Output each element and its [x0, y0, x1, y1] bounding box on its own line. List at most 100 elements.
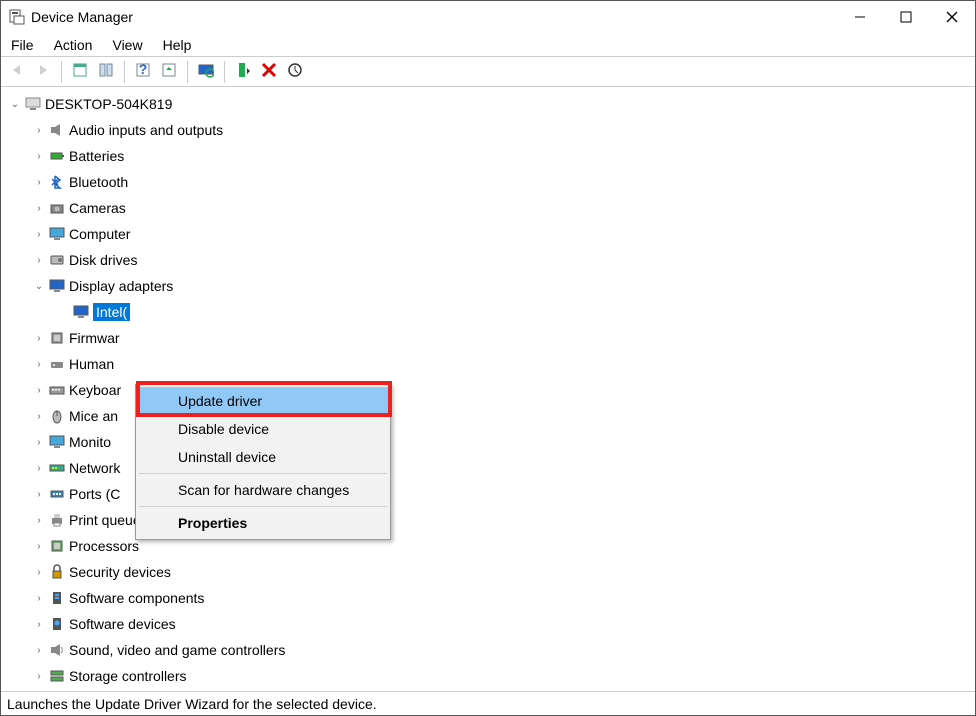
help-button[interactable]: ?	[131, 60, 155, 84]
context-menu: Update driver Disable device Uninstall d…	[135, 384, 391, 540]
toolbar-button[interactable]	[94, 60, 118, 84]
expand-icon[interactable]: ⌄	[31, 281, 47, 292]
show-hidden-button[interactable]	[68, 60, 92, 84]
menu-view[interactable]: View	[112, 37, 142, 53]
menu-file[interactable]: File	[11, 37, 34, 53]
ctx-uninstall-device[interactable]: Uninstall device	[138, 443, 388, 471]
device-tree[interactable]: ⌄ DESKTOP-504K819 › Audio inputs and outp…	[1, 87, 975, 689]
expand-icon[interactable]: ›	[31, 489, 47, 500]
menubar: File Action View Help	[1, 33, 975, 57]
separator	[124, 61, 125, 83]
close-button[interactable]	[929, 1, 975, 33]
ctx-properties[interactable]: Properties	[138, 509, 388, 537]
tree-item-label: Computer	[69, 226, 130, 242]
expand-icon[interactable]: ›	[31, 203, 47, 214]
tree-item[interactable]: › Audio inputs and outputs	[7, 117, 975, 143]
tree-item[interactable]: ›Sound, video and game controllers	[7, 637, 975, 663]
back-button[interactable]	[5, 60, 29, 84]
help-icon: ?	[135, 62, 151, 81]
expand-icon[interactable]: ›	[31, 671, 47, 682]
expand-icon[interactable]: ›	[31, 177, 47, 188]
tree-child-label: Intel(	[93, 303, 130, 321]
expand-icon[interactable]: ›	[31, 151, 47, 162]
tree-item[interactable]: › Computer	[7, 221, 975, 247]
tree-item-label: Keyboar	[69, 382, 121, 398]
expand-icon[interactable]: ›	[31, 515, 47, 526]
port-icon	[49, 486, 65, 502]
menu-action[interactable]: Action	[54, 37, 93, 53]
tree-item[interactable]: › Firmwar	[7, 325, 975, 351]
expand-icon[interactable]: ›	[31, 463, 47, 474]
storage-icon	[49, 668, 65, 684]
tree-child[interactable]: Intel(	[7, 299, 975, 325]
expand-icon[interactable]: ›	[31, 619, 47, 630]
maximize-button[interactable]	[883, 1, 929, 33]
expand-icon[interactable]: ›	[31, 255, 47, 266]
expand-icon[interactable]: ›	[31, 359, 47, 370]
monitor-refresh-icon	[198, 62, 214, 81]
expand-icon[interactable]: ›	[31, 645, 47, 656]
tree-item[interactable]: ›Software devices	[7, 611, 975, 637]
update-driver-button[interactable]	[194, 60, 218, 84]
toolbar: ?	[1, 57, 975, 87]
network-icon	[49, 460, 65, 476]
tree-item-label: Mice an	[69, 408, 118, 424]
computer-icon	[25, 96, 41, 112]
computer-icon	[49, 226, 65, 242]
separator	[224, 61, 225, 83]
chip-icon	[49, 330, 65, 346]
separator	[139, 506, 387, 507]
expand-icon[interactable]: ›	[31, 125, 47, 136]
expand-icon[interactable]: ›	[31, 411, 47, 422]
expand-icon[interactable]: ›	[31, 333, 47, 344]
statusbar: Launches the Update Driver Wizard for th…	[1, 691, 975, 715]
mouse-icon	[49, 408, 65, 424]
ctx-update-driver[interactable]: Update driver	[138, 387, 388, 415]
scan-button[interactable]	[283, 60, 307, 84]
tree-item-label: Storage controllers	[69, 668, 187, 684]
expand-icon[interactable]: ›	[31, 593, 47, 604]
tree-item[interactable]: ›Security devices	[7, 559, 975, 585]
tree-item[interactable]: ›Cameras	[7, 195, 975, 221]
tree-item[interactable]: › Batteries	[7, 143, 975, 169]
ctx-disable-device[interactable]: Disable device	[138, 415, 388, 443]
separator	[139, 473, 387, 474]
status-text: Launches the Update Driver Wizard for th…	[7, 696, 377, 712]
monitor-icon	[49, 434, 65, 450]
tree-root[interactable]: ⌄ DESKTOP-504K819	[7, 91, 975, 117]
tree-item[interactable]: ›Human	[7, 351, 975, 377]
tree-item-label: Audio inputs and outputs	[69, 122, 223, 138]
menu-help[interactable]: Help	[163, 37, 192, 53]
display-icon	[49, 278, 65, 294]
swcomp-icon	[49, 590, 65, 606]
collapse-icon[interactable]: ⌄	[7, 99, 23, 110]
minimize-button[interactable]	[837, 1, 883, 33]
tree-item[interactable]: › Software components	[7, 585, 975, 611]
tree-item[interactable]: › Storage controllers	[7, 663, 975, 689]
tree-item[interactable]: ›Bluetooth	[7, 169, 975, 195]
ctx-scan-hardware[interactable]: Scan for hardware changes	[138, 476, 388, 504]
tree-item[interactable]: › Disk drives	[7, 247, 975, 273]
speaker-icon	[49, 122, 65, 138]
tree-item-label: Disk drives	[69, 252, 137, 268]
tree-item-label: Batteries	[69, 148, 124, 164]
camera-icon	[49, 200, 65, 216]
tree-item-label: Firmwar	[69, 330, 120, 346]
tree-item-label: Software components	[69, 590, 204, 606]
expand-icon[interactable]: ›	[31, 541, 47, 552]
tree-item-label: Monito	[69, 434, 111, 450]
tree-item[interactable]: ⌄Display adapters	[7, 273, 975, 299]
expand-icon[interactable]: ›	[31, 229, 47, 240]
uninstall-button[interactable]	[257, 60, 281, 84]
expand-icon[interactable]: ›	[31, 437, 47, 448]
tree-item-label: Processors	[69, 538, 139, 554]
expand-icon[interactable]: ›	[31, 385, 47, 396]
separator	[61, 61, 62, 83]
grid-icon	[72, 62, 88, 81]
arrow-right-icon	[35, 62, 51, 81]
enable-button[interactable]	[231, 60, 255, 84]
properties-button[interactable]	[157, 60, 181, 84]
forward-button[interactable]	[31, 60, 55, 84]
scan-icon	[287, 62, 303, 81]
expand-icon[interactable]: ›	[31, 567, 47, 578]
